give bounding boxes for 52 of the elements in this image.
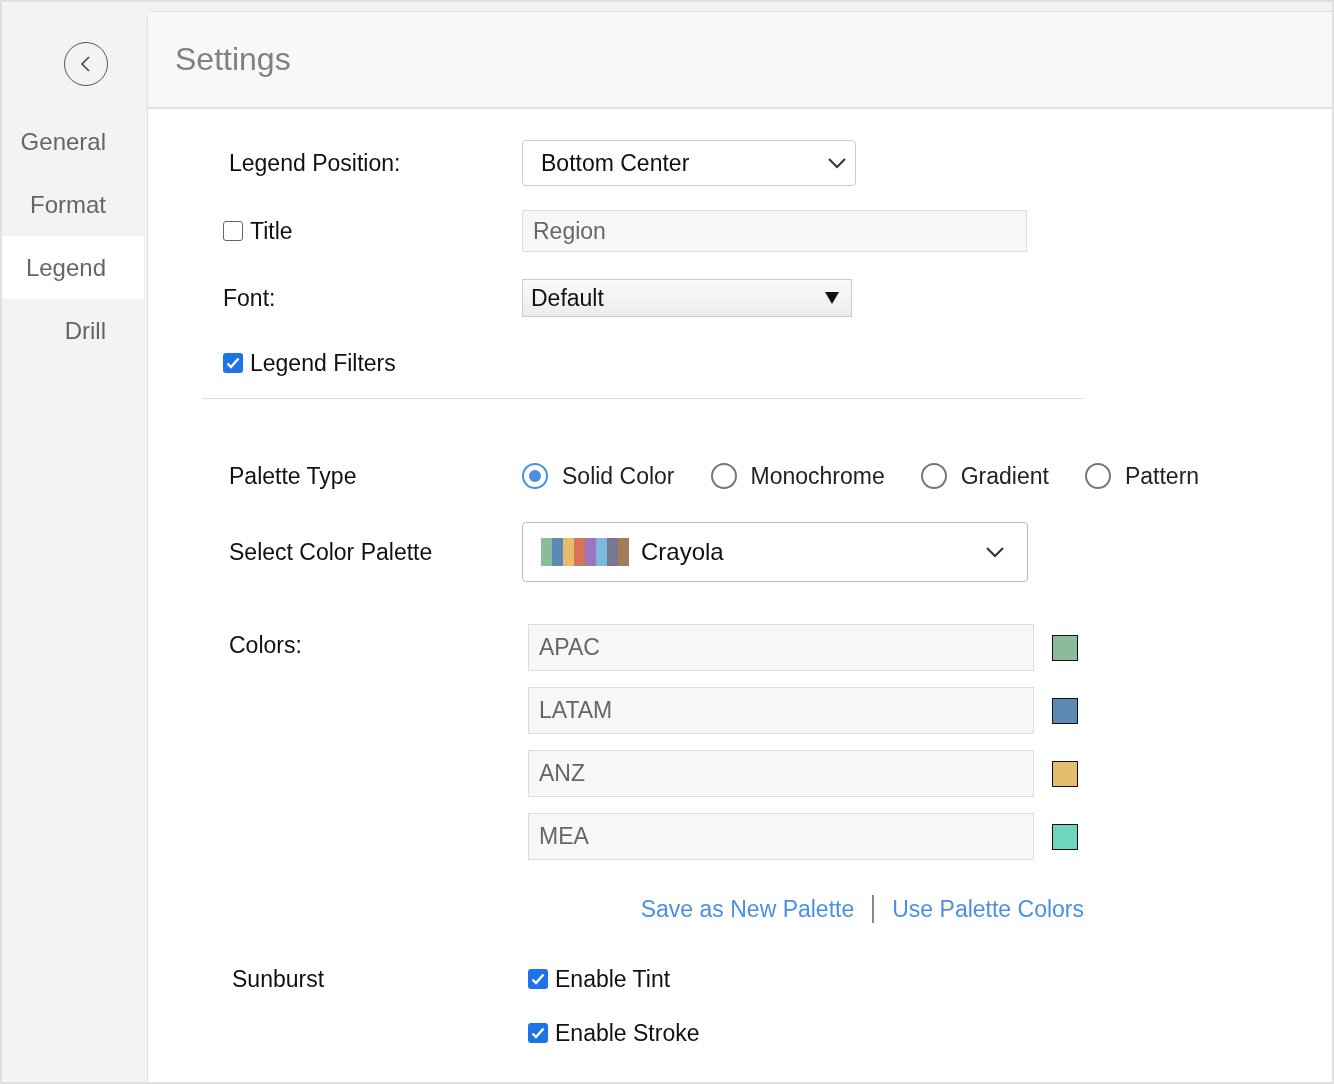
checkbox[interactable] [223,221,243,241]
palette-type-radio[interactable]: Pattern [1084,462,1200,490]
color-name-input[interactable]: APAC [528,624,1034,671]
radio-label: Solid Color [562,462,675,490]
color-swatch[interactable] [1052,823,1078,850]
palette-strip-icon [541,538,629,566]
color-swatch[interactable] [1052,697,1078,724]
color-name-input[interactable]: MEA [528,813,1034,860]
color-name-input[interactable]: LATAM [528,687,1034,734]
field-label: Sunburst [231,965,326,993]
sidebar-item[interactable]: Drill [2,299,144,362]
checkbox-label: Legend Filters [250,349,396,377]
legend-position-select[interactable]: Bottom Center [522,140,856,186]
field-label: Font: [223,284,277,312]
sidebar-item[interactable]: Legend [2,236,144,299]
chevron-down-icon [827,157,847,169]
checkbox-label: Enable Stroke [555,1019,700,1047]
radio-button[interactable] [920,463,947,489]
color-swatch[interactable] [1052,634,1078,661]
enable-stroke-checkbox[interactable]: Enable Stroke [528,1019,700,1047]
chevron-down-icon [985,546,1005,558]
radio-button[interactable] [710,463,737,489]
caret-icon [825,292,839,304]
sidebar-item[interactable]: General [2,110,144,173]
chevron-left-icon [79,55,93,73]
checkbox[interactable] [223,353,243,373]
radio-label: Monochrome [750,462,885,490]
title-input[interactable]: Region [522,210,1027,252]
radio-label: Pattern [1124,462,1200,490]
checkbox-label: Title [250,217,293,245]
font-select[interactable]: Default [522,279,852,317]
palette-type-radio[interactable]: Monochrome [710,462,885,490]
sidebar-item[interactable]: Format [2,173,144,236]
color-swatch[interactable] [1052,760,1078,787]
color-name-input[interactable]: ANZ [528,750,1034,797]
page-title: Settings [148,12,1332,109]
radio-button[interactable] [1084,463,1111,489]
legend-filters-checkbox[interactable]: Legend Filters [223,349,396,377]
checkbox[interactable] [528,969,548,989]
enable-tint-checkbox[interactable]: Enable Tint [528,965,671,993]
field-label: Legend Position: [229,149,402,177]
palette-type-radio[interactable]: Gradient [920,462,1049,490]
checkbox-label: Enable Tint [555,965,671,993]
field-label: Palette Type [229,462,358,490]
checkbox[interactable] [528,1023,548,1043]
title-checkbox[interactable]: Title [223,217,522,245]
field-label: Colors: [229,631,303,659]
color-palette-select[interactable]: Crayola [522,522,1028,582]
palette-type-radio[interactable]: Solid Color [522,462,675,490]
radio-label: Gradient [960,462,1049,490]
radio-button[interactable] [522,463,548,489]
field-label: Select Color Palette [229,538,434,566]
